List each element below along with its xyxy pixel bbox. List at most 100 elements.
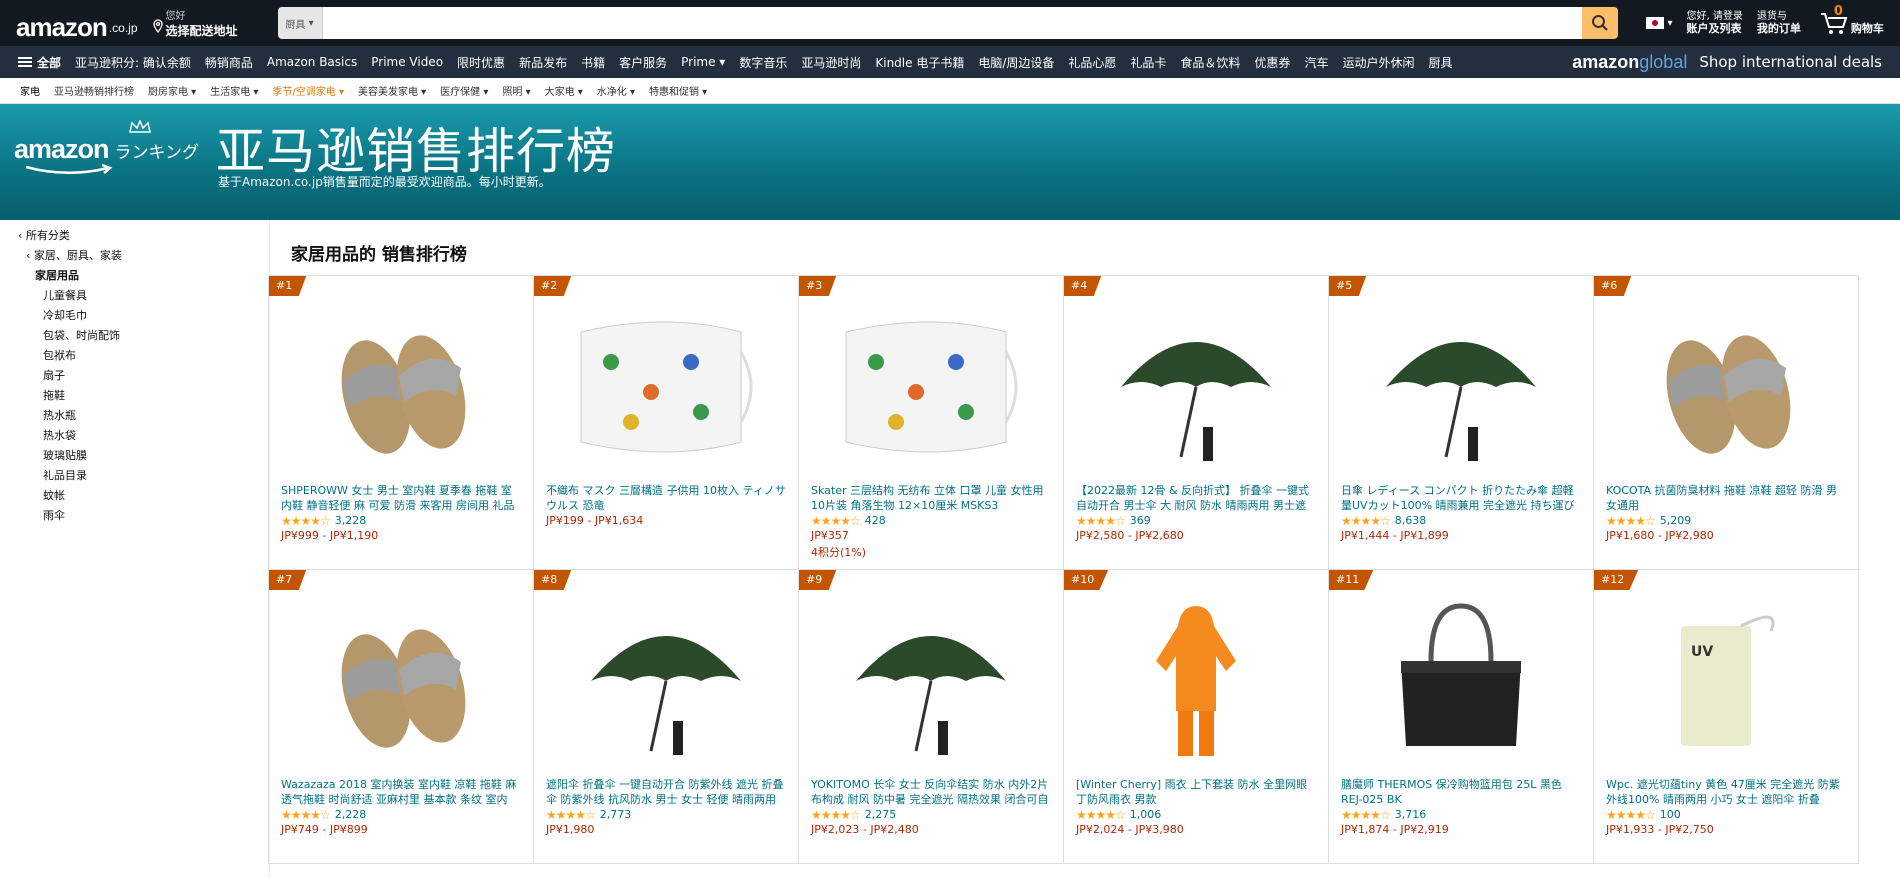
rating-row[interactable]: ★★★★☆ 100 bbox=[1606, 807, 1846, 822]
product-card[interactable]: #5 日傘 レディース コンパクト 折りたたみ傘 超軽量UVカット100% 晴雨兼… bbox=[1329, 276, 1594, 570]
umbrella-icon[interactable] bbox=[1341, 291, 1581, 483]
search-category-select[interactable]: 厨具 ▾ bbox=[277, 7, 323, 39]
nav-item-points[interactable]: 亚马逊积分: 确认余额 bbox=[75, 54, 191, 71]
product-title-link[interactable]: 膳魔师 THERMOS 保冷购物篮用包 25L 黑色 REJ-025 BK bbox=[1341, 777, 1581, 807]
cat-deals[interactable]: 特惠和促销 ▾ bbox=[649, 83, 707, 98]
rating-row[interactable]: ★★★★☆ 2,275 bbox=[811, 807, 1051, 822]
cart-link[interactable]: 0 购物车 bbox=[1819, 4, 1884, 36]
language-selector[interactable]: ▾ bbox=[1645, 17, 1673, 29]
nav-item-prime-video[interactable]: Prime Video bbox=[371, 55, 443, 69]
nav-item-customer-service[interactable]: 客户服务 bbox=[619, 54, 667, 71]
deliver-to[interactable]: 您好 选择配送地址 bbox=[152, 7, 264, 39]
nav-item-bestsellers[interactable]: 畅销商品 bbox=[205, 54, 253, 71]
slipper-icon[interactable] bbox=[281, 291, 521, 483]
search-input[interactable] bbox=[322, 7, 1582, 39]
rating-row[interactable]: ★★★★☆ 3,228 bbox=[281, 513, 521, 528]
sidebar-item[interactable]: 礼品目录 bbox=[18, 466, 269, 486]
product-title-link[interactable]: Wpc. 遮光切蕴tiny 黄色 47厘米 完全遮光 防紫外线100% 晴雨两用… bbox=[1606, 777, 1846, 807]
sidebar-item[interactable]: 蚊帐 bbox=[18, 486, 269, 506]
product-card[interactable]: #11 膳魔师 THERMOS 保冷购物篮用包 25L 黑色 REJ-025 BK… bbox=[1329, 570, 1594, 864]
umbrella-icon[interactable] bbox=[1076, 291, 1316, 483]
nav-item-gift-wishlist[interactable]: 礼品心愿 bbox=[1068, 54, 1116, 71]
product-card[interactable]: #7 Wazazaza 2018 室内换装 室内鞋 凉鞋 拖鞋 麻 透气拖鞋 时尚… bbox=[269, 570, 534, 864]
product-card[interactable]: #12 UV Wpc. 遮光切蕴tiny 黄色 47厘米 完全遮光 防紫外线100%… bbox=[1594, 570, 1859, 864]
cat-health[interactable]: 医疗保健 ▾ bbox=[440, 83, 488, 98]
product-title-link[interactable]: SHPEROWW 女士 男士 室内鞋 夏季春 拖鞋 室内鞋 静音轻便 麻 可爱 … bbox=[281, 483, 521, 513]
product-title-link[interactable]: 不織布 マスク 三層構造 子供用 10枚入 ティノサウルス 恐竜 bbox=[546, 483, 786, 513]
sidebar-item[interactable]: 包袋、时尚配饰 bbox=[18, 326, 269, 346]
orders-link[interactable]: 退货与 我的订单 bbox=[1757, 11, 1801, 35]
sidebar-item[interactable]: 热水袋 bbox=[18, 426, 269, 446]
nav-item-amazon-basics[interactable]: Amazon Basics bbox=[267, 55, 357, 69]
rating-row[interactable]: ★★★★☆ 3,716 bbox=[1341, 807, 1581, 822]
product-card[interactable]: #10 [Winter Cherry] 雨衣 上下套装 防水 全里网眼 丁防风雨衣… bbox=[1064, 570, 1329, 864]
product-card[interactable]: #3 Skater 三层结构 无纺布 立体 口罩 儿童 女性用 10片装 角落生物… bbox=[799, 276, 1064, 570]
sidebar-item[interactable]: 玻璃贴膜 bbox=[18, 446, 269, 466]
bag-icon[interactable] bbox=[1341, 585, 1581, 777]
amazon-logo[interactable]: amazon .co.jp bbox=[8, 4, 146, 42]
sidebar-parent-category[interactable]: ‹ 家居、厨具、家装 bbox=[18, 246, 269, 266]
umbrella-icon[interactable] bbox=[546, 585, 786, 777]
account-menu[interactable]: 您好, 请登录 账户及列表 bbox=[1687, 11, 1743, 35]
rating-row[interactable]: ★★★★☆ 8,638 bbox=[1341, 513, 1581, 528]
nav-item-new-releases[interactable]: 新品发布 bbox=[519, 54, 567, 71]
cat-beauty[interactable]: 美容美发家电 ▾ bbox=[358, 83, 426, 98]
nav-item-sports[interactable]: 运动户外休闲 bbox=[1342, 54, 1414, 71]
sidebar-item[interactable]: 包袱布 bbox=[18, 346, 269, 366]
nav-item-books[interactable]: 书籍 bbox=[581, 54, 605, 71]
sidebar-item[interactable]: 热水瓶 bbox=[18, 406, 269, 426]
cat-bestsellers[interactable]: 亚马逊畅销排行榜 bbox=[54, 83, 134, 98]
product-title-link[interactable]: Wazazaza 2018 室内换装 室内鞋 凉鞋 拖鞋 麻 透气拖鞋 时尚舒适… bbox=[281, 777, 521, 807]
cat-kitchen-appliances[interactable]: 厨房家电 ▾ bbox=[148, 83, 196, 98]
rating-row[interactable]: ★★★★☆ 1,006 bbox=[1076, 807, 1316, 822]
nav-item-kitchen[interactable]: 厨具 bbox=[1428, 54, 1452, 71]
product-title-link[interactable]: Skater 三层结构 无纺布 立体 口罩 儿童 女性用 10片装 角落生物 1… bbox=[811, 483, 1051, 513]
raincoat-icon[interactable] bbox=[1076, 585, 1316, 777]
product-card[interactable]: #9 YOKITOMO 长伞 女士 反向伞结实 防水 内外2片布构成 耐风 防中暑… bbox=[799, 570, 1064, 864]
slipper-icon[interactable] bbox=[1606, 291, 1846, 483]
cat-large-appliances[interactable]: 大家电 ▾ bbox=[545, 83, 583, 98]
nav-item-gift-card[interactable]: 礼品卡 bbox=[1130, 54, 1166, 71]
product-title-link[interactable]: [Winter Cherry] 雨衣 上下套装 防水 全里网眼 丁防风雨衣 男款 bbox=[1076, 777, 1316, 807]
nav-item-food[interactable]: 食品＆饮料 bbox=[1180, 54, 1240, 71]
rating-row[interactable]: ★★★★☆ 369 bbox=[1076, 513, 1316, 528]
cat-home-appliances[interactable]: 家电 bbox=[20, 83, 40, 98]
cat-water[interactable]: 水净化 ▾ bbox=[597, 83, 635, 98]
cat-seasonal[interactable]: 季节/空调家电 ▾ bbox=[272, 83, 344, 98]
nav-item-kindle[interactable]: Kindle 电子书籍 bbox=[875, 54, 964, 71]
nav-item-coupons[interactable]: 优惠券 bbox=[1254, 54, 1290, 71]
nav-item-deals[interactable]: 限时优惠 bbox=[457, 54, 505, 71]
product-card[interactable]: #4 【2022最新 12骨 & 反向折式】 折叠伞 一键式 自动开合 男士伞 大… bbox=[1064, 276, 1329, 570]
global-promo[interactable]: amazonglobal Shop international deals bbox=[1572, 52, 1900, 73]
sidebar-item[interactable]: 雨伞 bbox=[18, 506, 269, 526]
slipper-icon[interactable] bbox=[281, 585, 521, 777]
umbrella-pouch-icon[interactable]: UV bbox=[1606, 585, 1846, 777]
umbrella-icon[interactable] bbox=[811, 585, 1051, 777]
product-card[interactable]: #8 遮阳伞 折叠伞 一键自动开合 防紫外线 遮光 折叠伞 防紫外线 抗风防水 男… bbox=[534, 570, 799, 864]
rating-row[interactable]: ★★★★☆ 428 bbox=[811, 513, 1051, 528]
nav-item-auto[interactable]: 汽车 bbox=[1304, 54, 1328, 71]
rating-row[interactable]: ★★★★☆ 2,228 bbox=[281, 807, 521, 822]
rating-row[interactable]: ★★★★☆ 5,209 bbox=[1606, 513, 1846, 528]
product-title-link[interactable]: 【2022最新 12骨 & 反向折式】 折叠伞 一键式 自动开合 男士伞 大 耐… bbox=[1076, 483, 1316, 513]
product-title-link[interactable]: YOKITOMO 长伞 女士 反向伞结实 防水 内外2片布构成 耐风 防中暑 完… bbox=[811, 777, 1051, 807]
nav-item-music[interactable]: 数字音乐 bbox=[739, 54, 787, 71]
mask-icon[interactable] bbox=[546, 291, 786, 483]
nav-item-fashion[interactable]: 亚马逊时尚 bbox=[801, 54, 861, 71]
product-card[interactable]: #6 KOCOTA 抗菌防臭材料 拖鞋 凉鞋 超轻 防滑 男女通用 ★★★★☆ 5,2… bbox=[1594, 276, 1859, 570]
cat-lighting[interactable]: 照明 ▾ bbox=[502, 83, 530, 98]
all-menu-button[interactable]: 全部 bbox=[18, 54, 61, 71]
search-button[interactable] bbox=[1581, 7, 1618, 39]
product-card[interactable]: #1 SHPEROWW 女士 男士 室内鞋 夏季春 拖鞋 室内鞋 静音轻便 麻 可… bbox=[269, 276, 534, 570]
sidebar-all-categories[interactable]: ‹ 所有分类 bbox=[18, 226, 269, 246]
product-title-link[interactable]: 日傘 レディース コンパクト 折りたたみ傘 超軽量UVカット100% 晴雨兼用 … bbox=[1341, 483, 1581, 513]
mask-icon[interactable] bbox=[811, 291, 1051, 483]
sidebar-item[interactable]: 儿童餐具 bbox=[18, 286, 269, 306]
sidebar-item[interactable]: 扇子 bbox=[18, 366, 269, 386]
sidebar-item[interactable]: 拖鞋 bbox=[18, 386, 269, 406]
nav-item-computers[interactable]: 电脑/周边设备 bbox=[978, 54, 1054, 71]
sidebar-item[interactable]: 冷却毛巾 bbox=[18, 306, 269, 326]
product-card[interactable]: #2 不織布 マスク 三層構造 子供用 10枚入 ティノサウルス 恐竜 JP¥199… bbox=[534, 276, 799, 570]
product-title-link[interactable]: KOCOTA 抗菌防臭材料 拖鞋 凉鞋 超轻 防滑 男女通用 bbox=[1606, 483, 1846, 513]
rating-row[interactable]: ★★★★☆ 2,773 bbox=[546, 807, 786, 822]
